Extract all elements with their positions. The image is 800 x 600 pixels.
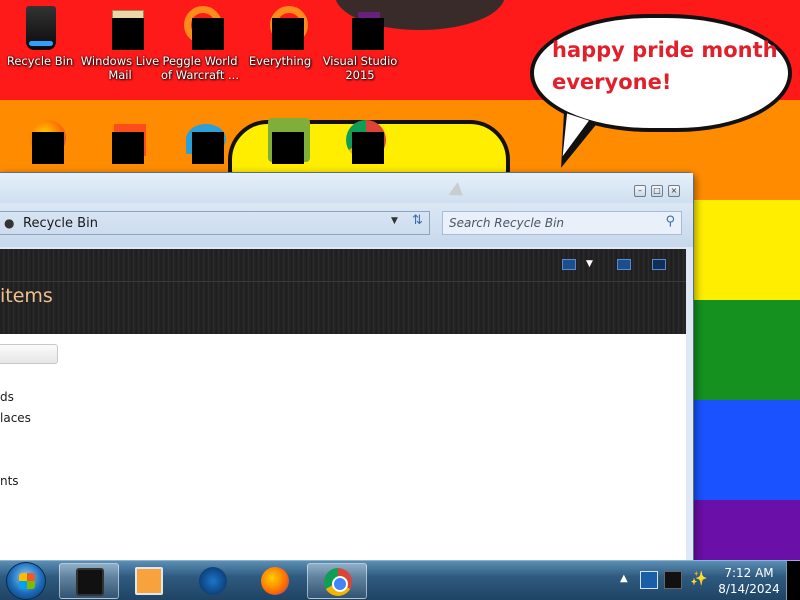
content-pane: ds laces nts — [0, 334, 686, 563]
thunderbird-icon — [176, 118, 226, 166]
search-icon[interactable]: ⚲ — [665, 214, 675, 229]
show-desktop-button[interactable] — [786, 561, 800, 600]
volume-tray-icon[interactable]: ✨ — [690, 571, 708, 589]
chrome-icon — [336, 118, 386, 166]
preview-pane-icon[interactable] — [617, 259, 631, 270]
desktop-icon-label: Recycle Bin — [6, 54, 74, 68]
show-hidden-icons-button[interactable]: ▲ — [620, 573, 628, 584]
desktop-icon-chrome[interactable] — [320, 118, 400, 166]
speech-bubble-text: happy pride month everyone! — [552, 38, 778, 94]
desktop-icon-zuma[interactable] — [240, 118, 320, 166]
chrome-icon — [324, 568, 352, 596]
firefox-icon — [16, 118, 66, 166]
address-bar-location: Recycle Bin — [23, 216, 98, 231]
clock-time: 7:12 AM — [724, 566, 774, 580]
desktop-icon-label: Peggle World of Warcraft ... — [161, 54, 239, 82]
minimize-button[interactable]: – — [634, 185, 646, 197]
system-clock[interactable]: 7:12 AM 8/14/2024 — [718, 565, 780, 597]
taskbar-chrome-button[interactable] — [307, 563, 367, 599]
desktop-icon-office[interactable] — [80, 118, 160, 166]
recycle-bin-window: – □ × ● Recycle Bin ▼ ⇅ Search Recycle B… — [0, 172, 694, 564]
explorer-icon — [76, 568, 104, 596]
desktop-icon-thunderbird[interactable] — [160, 118, 240, 166]
window-titlebar[interactable]: – □ × — [0, 173, 693, 203]
desktop-icon-label: Everything — [248, 54, 312, 68]
desktop-icon-firefox[interactable] — [0, 118, 80, 166]
desktop-icon-windows-live-mail[interactable]: Windows Live Mail — [80, 4, 160, 82]
mail-icon — [96, 4, 144, 52]
taskbar-media-player-button[interactable] — [119, 563, 179, 599]
media-player-icon — [135, 567, 163, 595]
taskbar-explorer-button[interactable] — [59, 563, 119, 599]
start-button[interactable] — [6, 562, 46, 600]
recycle-bin-icon — [16, 4, 64, 52]
view-options-icon[interactable] — [562, 259, 576, 270]
close-button[interactable]: × — [668, 185, 680, 197]
breadcrumb-separator-icon: ● — [4, 216, 15, 230]
desktop-icon-label: Windows Live Mail — [80, 54, 160, 82]
everything-icon — [256, 4, 308, 52]
peggle-icon — [176, 4, 224, 52]
firefox-icon — [261, 567, 289, 595]
desktop-icon-visual-studio[interactable]: Visual Studio 2015 — [320, 4, 400, 82]
help-icon[interactable] — [652, 259, 666, 270]
taskbar-firefox-button[interactable] — [245, 563, 305, 599]
header-banner: items ▼ — [0, 249, 686, 334]
address-bar[interactable]: ● Recycle Bin ▼ — [0, 211, 430, 235]
zuma-icon — [256, 118, 310, 166]
banner-title: items — [0, 285, 53, 307]
desktop-icon-everything[interactable]: Everything — [240, 4, 320, 68]
desktop-icon-recycle-bin[interactable]: Recycle Bin — [0, 4, 80, 68]
nav-item-documents[interactable]: nts — [0, 474, 19, 488]
clock-date: 8/14/2024 — [718, 582, 780, 596]
desktop-icon-peggle[interactable]: Peggle World of Warcraft ... — [160, 4, 240, 82]
taskbar: ▲ ✨ 7:12 AM 8/14/2024 — [0, 560, 800, 600]
visual-studio-icon — [336, 4, 384, 52]
blue-orb-icon — [199, 567, 227, 595]
toolbar-button[interactable] — [0, 344, 58, 364]
address-dropdown-icon[interactable]: ▼ — [391, 216, 398, 226]
taskbar-app-button[interactable] — [183, 563, 243, 599]
network-tray-icon[interactable] — [640, 571, 658, 589]
maximize-button[interactable]: □ — [651, 185, 663, 197]
search-input[interactable]: Search Recycle Bin ⚲ — [442, 211, 682, 235]
nav-item-recent-places[interactable]: laces — [0, 411, 31, 425]
office-icon — [96, 118, 146, 166]
search-placeholder: Search Recycle Bin — [449, 216, 565, 230]
window-right-border — [686, 334, 693, 563]
nav-item-downloads[interactable]: ds — [0, 390, 14, 404]
monitor-tray-icon[interactable] — [664, 571, 682, 589]
refresh-icon[interactable]: ⇅ — [412, 213, 423, 228]
view-options-dropdown-icon[interactable]: ▼ — [586, 259, 593, 269]
banner-divider — [0, 281, 686, 282]
desktop-icon-label: Visual Studio 2015 — [322, 54, 398, 82]
